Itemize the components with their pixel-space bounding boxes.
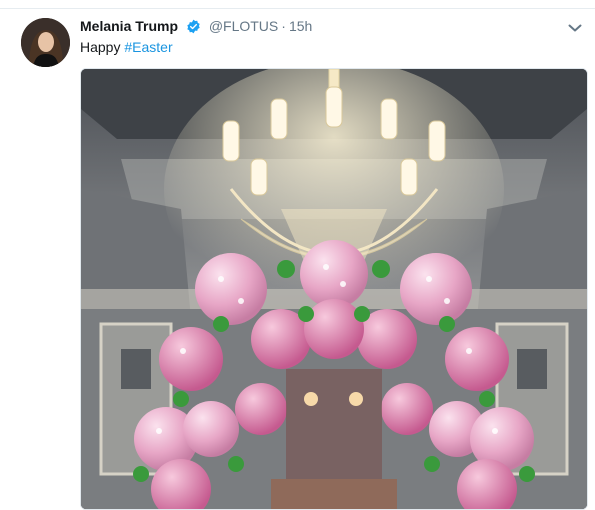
tweet-timestamp[interactable]: 15h: [289, 18, 312, 34]
timeline-divider: [0, 8, 595, 9]
hashtag-link[interactable]: #Easter: [124, 39, 172, 55]
avatar[interactable]: [21, 18, 70, 67]
author-name[interactable]: Melania Trump: [80, 18, 178, 34]
author-handle[interactable]: @FLOTUS: [209, 18, 278, 34]
tweet-header: Melania Trump @FLOTUS · 15h: [80, 18, 312, 38]
easter-chandelier-photo: [81, 69, 587, 509]
separator-dot: ·: [281, 18, 286, 34]
verified-badge-icon: [186, 19, 201, 37]
chevron-down-icon[interactable]: [568, 20, 582, 38]
tweet-photo[interactable]: [80, 68, 588, 510]
tweet-text-plain: Happy: [80, 39, 125, 55]
tweet-text: Happy #Easter: [80, 39, 173, 55]
